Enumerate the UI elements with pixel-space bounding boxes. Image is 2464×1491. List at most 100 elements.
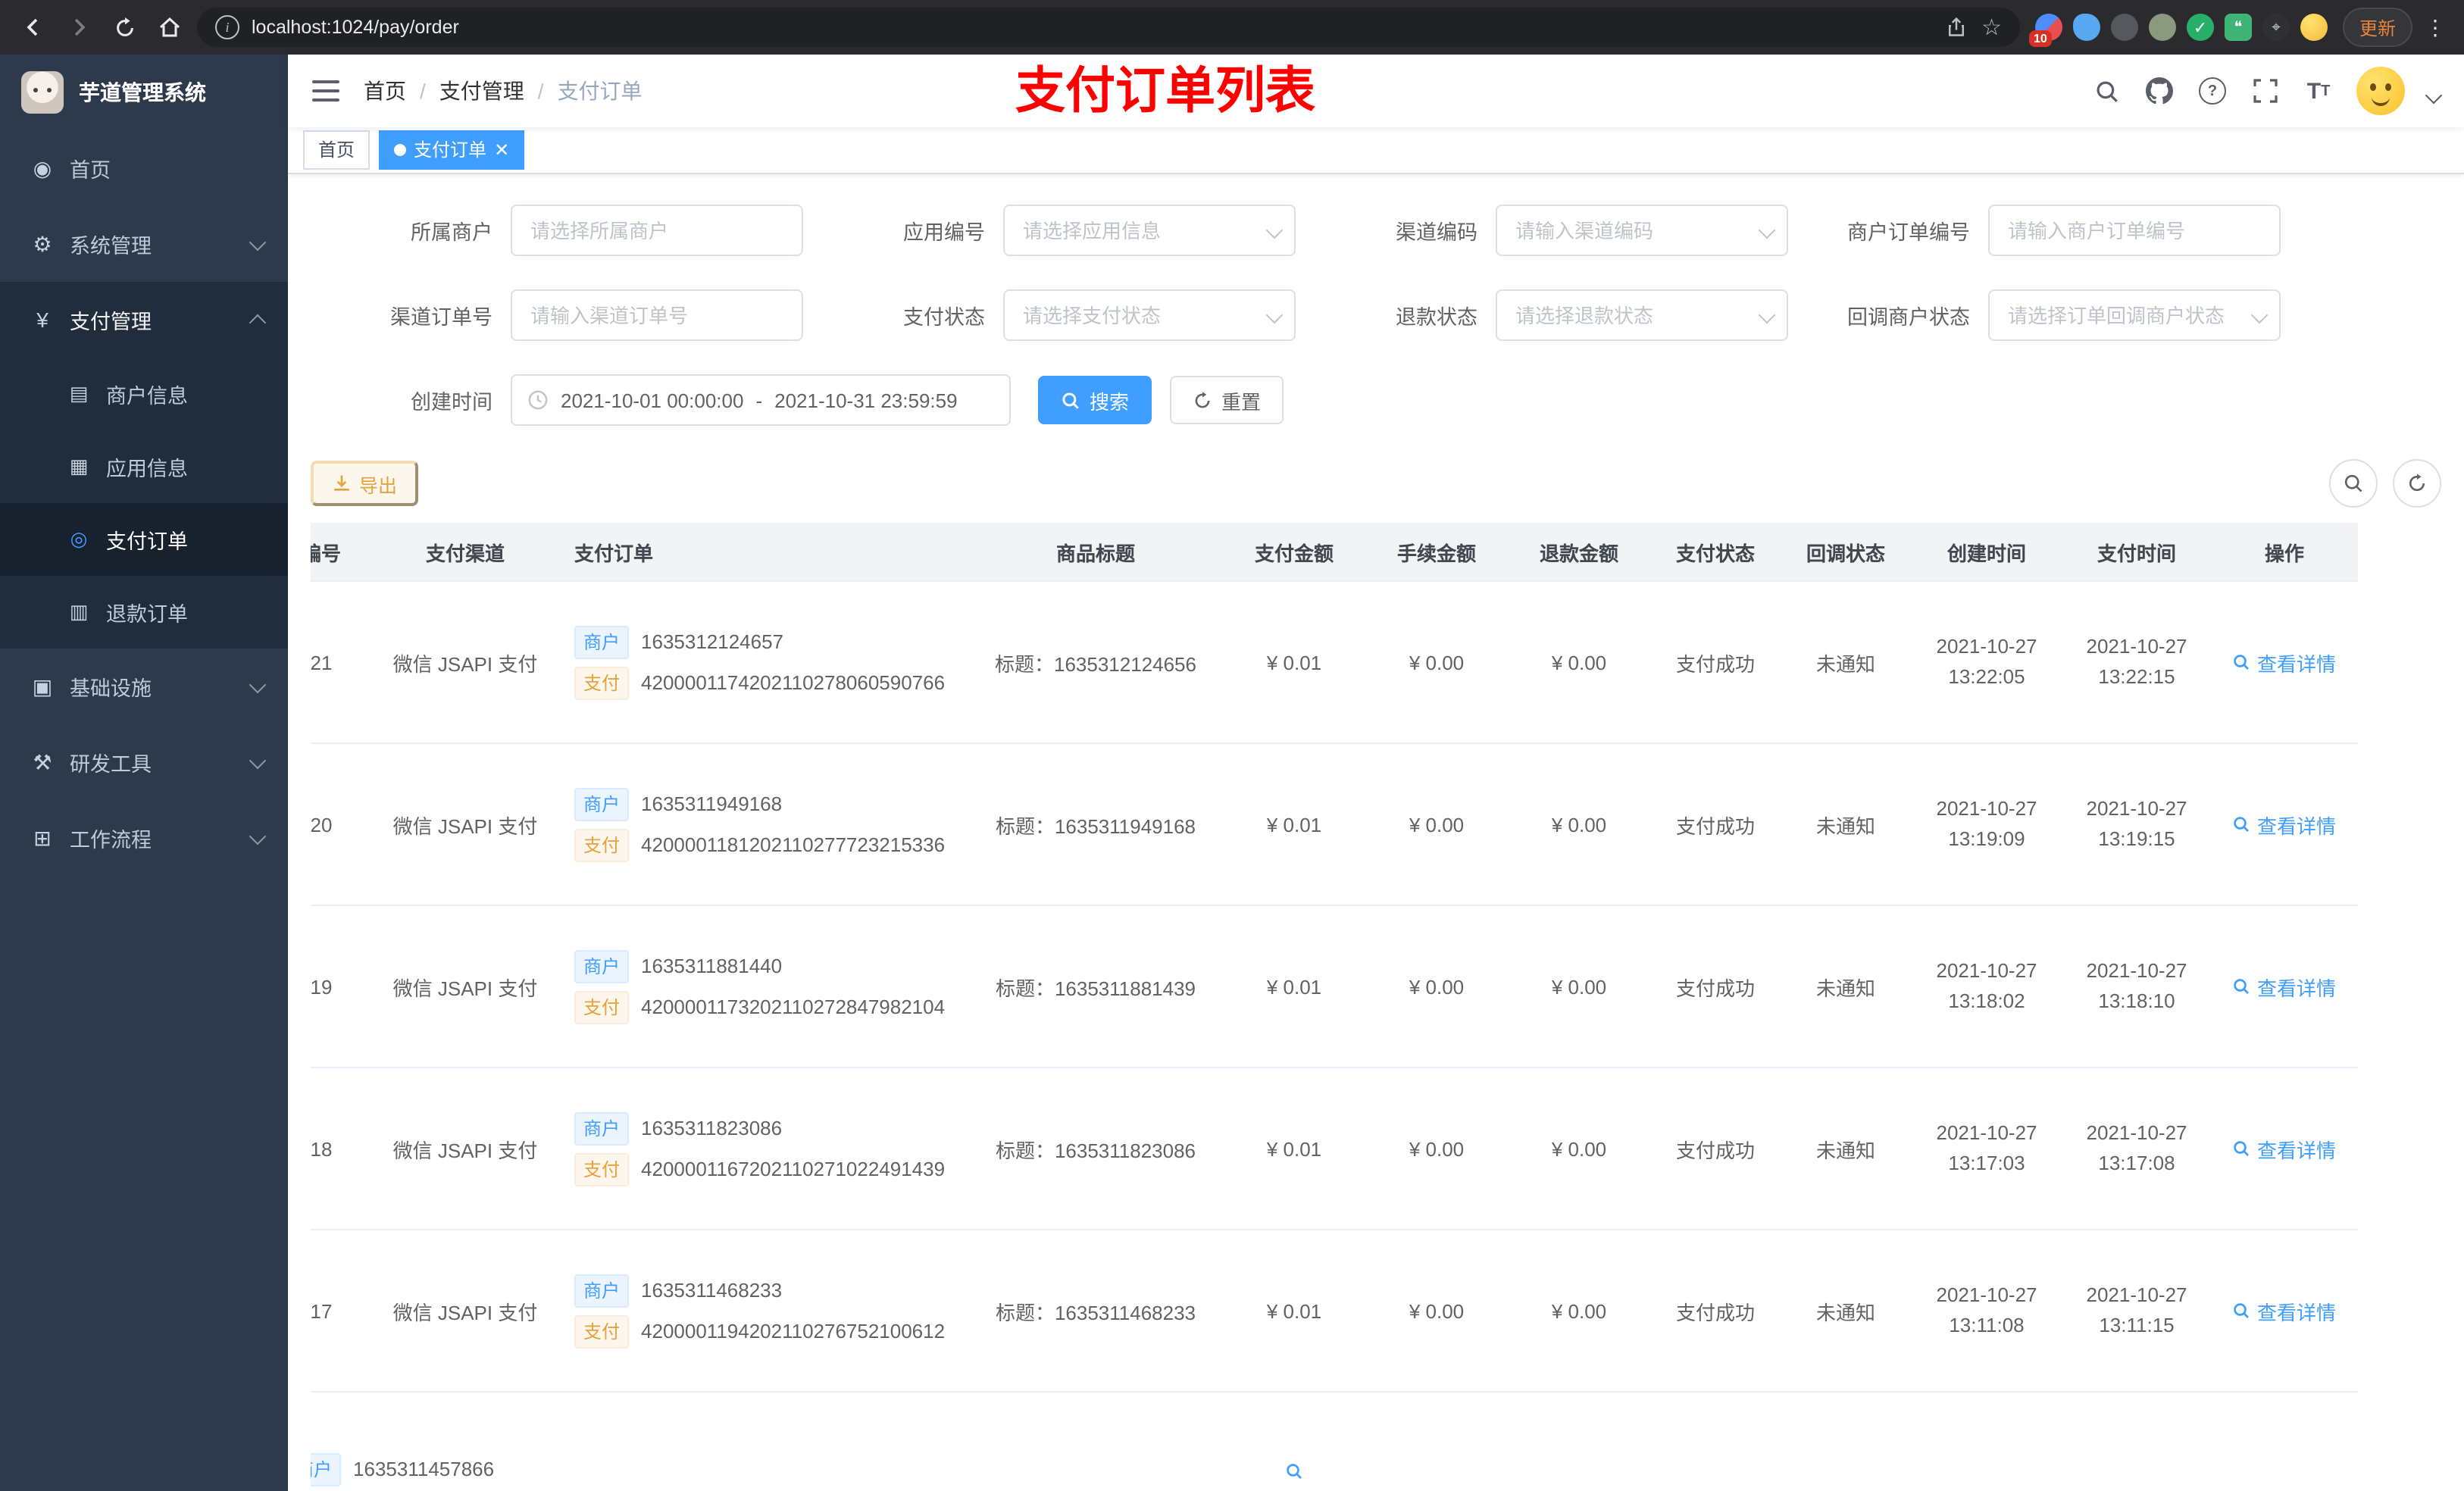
sidebar-item-workflow[interactable]: ⊞ 工作流程 xyxy=(0,800,288,876)
browser-menu-icon[interactable]: ⋮ xyxy=(2422,14,2449,40)
export-button[interactable]: 导出 xyxy=(311,461,419,506)
extension-icon[interactable]: 10 xyxy=(2028,14,2062,47)
screen: i localhost:1024/pay/order ☆ 10 ✓ ❝ ⌖ 更新… xyxy=(0,0,2464,1491)
url-text[interactable]: localhost:1024/pay/order xyxy=(252,17,1930,38)
cell-fee: ¥ 0.00 xyxy=(1365,581,1508,744)
tab-home[interactable]: 首页 xyxy=(303,130,371,170)
pay-status-select[interactable] xyxy=(1003,289,1296,341)
field-label: 应用编号 xyxy=(903,221,985,244)
sidebar-item-label: 工作流程 xyxy=(70,829,152,852)
pin-extension-icon[interactable]: ⌖ xyxy=(2262,14,2290,41)
merchant-input[interactable] xyxy=(511,205,803,256)
cell-title: 标题：1635311468233 xyxy=(968,1230,1223,1393)
tab-active-dot xyxy=(394,144,407,156)
tab-label: 首页 xyxy=(318,139,355,160)
view-detail-link[interactable]: 查看详情 xyxy=(2233,1134,2336,1163)
sidebar-item-label: 应用信息 xyxy=(106,458,188,480)
sidebar-logo[interactable]: 芋道管理系统 xyxy=(0,55,288,130)
sidebar-item-app-info[interactable]: ▦ 应用信息 xyxy=(0,430,288,503)
date-range-input[interactable]: 2021-10-01 00:00:00 - 2021-10-31 23:59:5… xyxy=(511,374,1011,426)
merchant-order-no-input[interactable] xyxy=(1988,205,2281,256)
breadcrumb-pay[interactable]: 支付管理 xyxy=(439,76,524,106)
avatar-caret-icon[interactable] xyxy=(2425,86,2443,105)
sidebar-item-merchant-info[interactable]: ▤ 商户信息 xyxy=(0,358,288,430)
channel-order-no-input[interactable] xyxy=(511,289,803,341)
sidebar-item-refund-order[interactable]: ▥ 退款订单 xyxy=(0,576,288,649)
merchant-order-no: 1635311949168 xyxy=(641,792,783,815)
refund-status-select[interactable] xyxy=(1496,289,1788,341)
help-icon[interactable]: ? xyxy=(2197,76,2228,106)
browser-update-button[interactable]: 更新 xyxy=(2342,8,2412,47)
cell-channel: 微信 JSAPI 支付 xyxy=(374,743,556,906)
check-extension-icon[interactable]: ✓ xyxy=(2186,14,2214,41)
table-search-toggle-button[interactable] xyxy=(2329,459,2378,508)
tags-view-bar: 首页 支付订单 ✕ xyxy=(288,127,2464,174)
filter-row-1: 所属商户 应用编号 渠道编码 商户订单编号 xyxy=(311,205,2441,256)
close-icon[interactable]: ✕ xyxy=(494,141,509,159)
view-detail-link[interactable]: 查看详情 xyxy=(2233,810,2336,839)
fullscreen-icon[interactable] xyxy=(2250,76,2281,106)
search-button[interactable]: 搜索 xyxy=(1038,376,1152,424)
sidebar-item-pay-order[interactable]: ◎ 支付订单 xyxy=(0,503,288,576)
profile-avatar-icon[interactable] xyxy=(2300,14,2328,41)
search-icon xyxy=(2344,474,2362,492)
user-avatar[interactable] xyxy=(2356,67,2405,115)
hamburger-icon[interactable] xyxy=(312,80,339,102)
notify-status-select[interactable] xyxy=(1988,289,2281,341)
cell-id: 19 xyxy=(311,905,374,1068)
filter-pay-status: 支付状态 xyxy=(803,289,1296,341)
drop-extension-icon[interactable] xyxy=(2072,14,2100,41)
table-header-row: 编号 支付渠道 支付订单 商品标题 支付金额 手续金额 退款金额 支付状态 回调… xyxy=(311,523,2358,582)
app-no-select[interactable] xyxy=(1003,205,1296,256)
chat-extension-icon[interactable]: ❝ xyxy=(2224,14,2252,41)
table-refresh-button[interactable] xyxy=(2393,459,2441,508)
field-label: 回调商户状态 xyxy=(1847,306,1970,329)
tab-pay-order[interactable]: 支付订单 ✕ xyxy=(379,130,525,170)
sidebar-item-infra[interactable]: ▣ 基础设施 xyxy=(0,649,288,724)
sidebar-item-pay[interactable]: ¥ 支付管理 xyxy=(0,282,288,358)
view-detail-link[interactable]: 查看详情 xyxy=(2233,1296,2336,1325)
github-icon[interactable] xyxy=(2144,76,2175,106)
home-icon[interactable] xyxy=(152,9,188,45)
table-row: 18 微信 JSAPI 支付 商户 1635311823086 支付 42000… xyxy=(311,1067,2358,1230)
create-time: 13:22:05 xyxy=(1948,665,2025,688)
address-bar[interactable]: i localhost:1024/pay/order ☆ xyxy=(197,8,2020,47)
pay-tag: 支付 xyxy=(574,1314,630,1348)
merchant-tag: 商户 xyxy=(574,949,630,983)
table-tools xyxy=(2329,459,2441,508)
cell-pay-time: 2021-10-27 13:17:08 xyxy=(2062,1067,2211,1230)
font-size-icon[interactable]: TT xyxy=(2303,76,2334,106)
channel-code-select[interactable] xyxy=(1496,205,1788,256)
col-title: 商品标题 xyxy=(968,523,1223,582)
pay-tag: 支付 xyxy=(574,666,630,699)
reset-button[interactable]: 重置 xyxy=(1170,376,1284,424)
sidebar-item-label: 支付管理 xyxy=(70,311,152,333)
sidebar-item-devtools[interactable]: ⚒ 研发工具 xyxy=(0,724,288,800)
pay-time: 13:22:15 xyxy=(2098,665,2175,688)
view-detail-link[interactable] xyxy=(1285,1461,1303,1480)
view-detail-link[interactable]: 查看详情 xyxy=(2233,972,2336,1001)
cell-id: 17 xyxy=(311,1230,374,1393)
sidebar-item-system[interactable]: ⚙ 系统管理 xyxy=(0,206,288,282)
breadcrumb-home[interactable]: 首页 xyxy=(364,76,406,106)
cell-pay-time: 2021-10-27 13:19:15 xyxy=(2062,743,2211,906)
site-info-icon[interactable]: i xyxy=(215,15,239,39)
gray-extension-icon[interactable] xyxy=(2110,14,2138,41)
view-detail-link[interactable]: 查看详情 xyxy=(2233,648,2336,677)
olive-extension-icon[interactable] xyxy=(2148,14,2176,41)
cell-pay-order: 商户 1635311949168 支付 42000011812021102777… xyxy=(556,743,968,906)
forward-icon[interactable] xyxy=(61,9,97,45)
share-icon[interactable] xyxy=(1942,14,1969,41)
search-icon[interactable] xyxy=(2091,76,2122,106)
view-detail-label: 查看详情 xyxy=(2256,1301,2336,1324)
cell-refund: ¥ 0.00 xyxy=(1508,1230,1650,1393)
field-label: 渠道编码 xyxy=(1396,221,1477,244)
cell-refund: ¥ 0.00 xyxy=(1508,1067,1650,1230)
reload-icon[interactable] xyxy=(106,9,142,45)
bookmark-star-icon[interactable]: ☆ xyxy=(1981,14,2002,41)
sidebar-item-home[interactable]: ◉ 首页 xyxy=(0,130,288,206)
cell-actions xyxy=(1223,1392,1365,1491)
back-icon[interactable] xyxy=(15,9,52,45)
cell-fee: ¥ 0.00 xyxy=(1365,1230,1508,1393)
merchant-tag: 商户 xyxy=(311,1452,342,1486)
